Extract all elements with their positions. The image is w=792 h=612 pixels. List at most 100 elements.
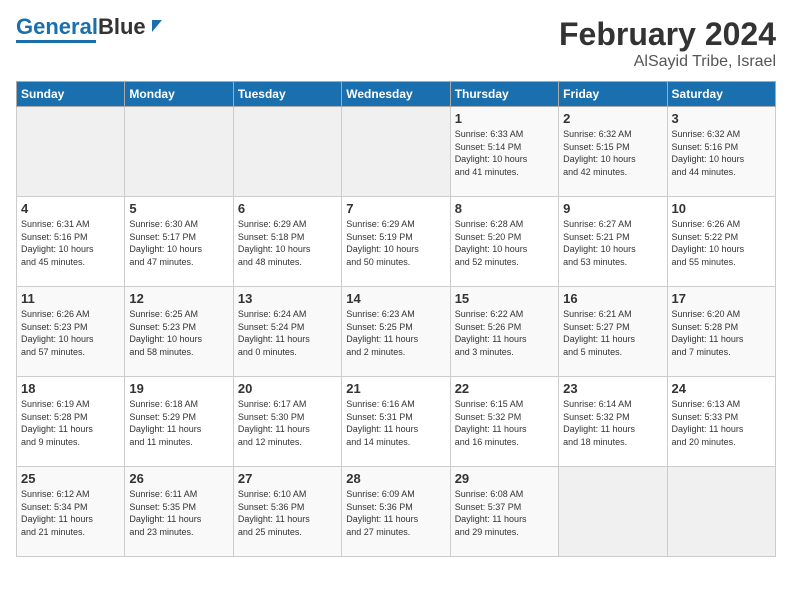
day-number: 11 [21,291,120,306]
day-info: Sunrise: 6:27 AM Sunset: 5:21 PM Dayligh… [563,218,662,268]
day-number: 23 [563,381,662,396]
header-cell-monday: Monday [125,82,233,107]
day-number: 13 [238,291,337,306]
day-info: Sunrise: 6:18 AM Sunset: 5:29 PM Dayligh… [129,398,228,448]
day-info: Sunrise: 6:09 AM Sunset: 5:36 PM Dayligh… [346,488,445,538]
day-cell: 2 Sunrise: 6:32 AM Sunset: 5:15 PM Daylig… [559,107,667,197]
day-number: 14 [346,291,445,306]
day-info: Sunrise: 6:32 AM Sunset: 5:15 PM Dayligh… [563,128,662,178]
day-number: 24 [672,381,771,396]
header-cell-friday: Friday [559,82,667,107]
title-block: February 2024 AlSayid Tribe, Israel [559,16,776,71]
day-cell [559,467,667,557]
day-info: Sunrise: 6:15 AM Sunset: 5:32 PM Dayligh… [455,398,554,448]
day-info: Sunrise: 6:31 AM Sunset: 5:16 PM Dayligh… [21,218,120,268]
day-number: 20 [238,381,337,396]
day-cell: 15 Sunrise: 6:22 AM Sunset: 5:26 PM Dayli… [450,287,558,377]
day-cell [342,107,450,197]
day-info: Sunrise: 6:14 AM Sunset: 5:32 PM Dayligh… [563,398,662,448]
header-cell-saturday: Saturday [667,82,775,107]
day-cell: 17Sunrise: 6:20 AM Sunset: 5:28 PM Dayli… [667,287,775,377]
week-row-1: 1 Sunrise: 6:33 AM Sunset: 5:14 PM Daylig… [17,107,776,197]
day-cell [233,107,341,197]
day-info: Sunrise: 6:24 AM Sunset: 5:24 PM Dayligh… [238,308,337,358]
day-info: Sunrise: 6:25 AM Sunset: 5:23 PM Dayligh… [129,308,228,358]
day-number: 15 [455,291,554,306]
day-cell: 24 Sunrise: 6:13 AM Sunset: 5:33 PM Dayli… [667,377,775,467]
day-cell: 4 Sunrise: 6:31 AM Sunset: 5:16 PM Daylig… [17,197,125,287]
page-subtitle: AlSayid Tribe, Israel [559,53,776,71]
day-number: 28 [346,471,445,486]
day-cell: 29 Sunrise: 6:08 AM Sunset: 5:37 PM Dayli… [450,467,558,557]
day-number: 2 [563,111,662,126]
day-info: Sunrise: 6:33 AM Sunset: 5:14 PM Dayligh… [455,128,554,178]
calendar-header-row: SundayMondayTuesdayWednesdayThursdayFrid… [17,82,776,107]
day-cell: 6 Sunrise: 6:29 AM Sunset: 5:18 PM Daylig… [233,197,341,287]
week-row-3: 11Sunrise: 6:26 AM Sunset: 5:23 PM Dayli… [17,287,776,377]
day-cell: 18Sunrise: 6:19 AM Sunset: 5:28 PM Dayli… [17,377,125,467]
day-cell: 16Sunrise: 6:21 AM Sunset: 5:27 PM Dayli… [559,287,667,377]
logo-underline [16,40,96,43]
day-info: Sunrise: 6:30 AM Sunset: 5:17 PM Dayligh… [129,218,228,268]
day-cell [667,467,775,557]
day-number: 1 [455,111,554,126]
day-cell: 12 Sunrise: 6:25 AM Sunset: 5:23 PM Dayli… [125,287,233,377]
day-number: 4 [21,201,120,216]
day-number: 22 [455,381,554,396]
day-info: Sunrise: 6:29 AM Sunset: 5:18 PM Dayligh… [238,218,337,268]
day-number: 3 [672,111,771,126]
day-cell: 7 Sunrise: 6:29 AM Sunset: 5:19 PM Daylig… [342,197,450,287]
day-number: 21 [346,381,445,396]
day-cell: 27Sunrise: 6:10 AM Sunset: 5:36 PM Dayli… [233,467,341,557]
day-info: Sunrise: 6:17 AM Sunset: 5:30 PM Dayligh… [238,398,337,448]
day-info: Sunrise: 6:19 AM Sunset: 5:28 PM Dayligh… [21,398,120,448]
day-cell: 21Sunrise: 6:16 AM Sunset: 5:31 PM Dayli… [342,377,450,467]
day-info: Sunrise: 6:28 AM Sunset: 5:20 PM Dayligh… [455,218,554,268]
day-cell: 23 Sunrise: 6:14 AM Sunset: 5:32 PM Dayli… [559,377,667,467]
day-number: 6 [238,201,337,216]
day-number: 5 [129,201,228,216]
day-cell: 11Sunrise: 6:26 AM Sunset: 5:23 PM Dayli… [17,287,125,377]
day-number: 26 [129,471,228,486]
day-number: 9 [563,201,662,216]
day-info: Sunrise: 6:13 AM Sunset: 5:33 PM Dayligh… [672,398,771,448]
day-info: Sunrise: 6:20 AM Sunset: 5:28 PM Dayligh… [672,308,771,358]
day-info: Sunrise: 6:22 AM Sunset: 5:26 PM Dayligh… [455,308,554,358]
day-cell: 20 Sunrise: 6:17 AM Sunset: 5:30 PM Dayli… [233,377,341,467]
page-header: GeneralBlue February 2024 AlSayid Tribe,… [16,16,776,71]
day-cell: 25 Sunrise: 6:12 AM Sunset: 5:34 PM Dayli… [17,467,125,557]
day-cell [17,107,125,197]
day-number: 12 [129,291,228,306]
day-info: Sunrise: 6:32 AM Sunset: 5:16 PM Dayligh… [672,128,771,178]
day-info: Sunrise: 6:23 AM Sunset: 5:25 PM Dayligh… [346,308,445,358]
header-cell-sunday: Sunday [17,82,125,107]
day-cell: 19Sunrise: 6:18 AM Sunset: 5:29 PM Dayli… [125,377,233,467]
day-number: 29 [455,471,554,486]
day-number: 10 [672,201,771,216]
day-cell [125,107,233,197]
day-cell: 3 Sunrise: 6:32 AM Sunset: 5:16 PM Daylig… [667,107,775,197]
day-cell: 9 Sunrise: 6:27 AM Sunset: 5:21 PM Daylig… [559,197,667,287]
day-cell: 5 Sunrise: 6:30 AM Sunset: 5:17 PM Daylig… [125,197,233,287]
day-cell: 22 Sunrise: 6:15 AM Sunset: 5:32 PM Dayli… [450,377,558,467]
day-info: Sunrise: 6:08 AM Sunset: 5:37 PM Dayligh… [455,488,554,538]
week-row-4: 18Sunrise: 6:19 AM Sunset: 5:28 PM Dayli… [17,377,776,467]
day-number: 7 [346,201,445,216]
logo-arrow-icon [148,16,166,34]
header-cell-wednesday: Wednesday [342,82,450,107]
day-number: 16 [563,291,662,306]
header-cell-tuesday: Tuesday [233,82,341,107]
day-number: 27 [238,471,337,486]
week-row-5: 25 Sunrise: 6:12 AM Sunset: 5:34 PM Dayli… [17,467,776,557]
day-info: Sunrise: 6:26 AM Sunset: 5:22 PM Dayligh… [672,218,771,268]
day-info: Sunrise: 6:29 AM Sunset: 5:19 PM Dayligh… [346,218,445,268]
day-cell: 1 Sunrise: 6:33 AM Sunset: 5:14 PM Daylig… [450,107,558,197]
page-title: February 2024 [559,16,776,53]
calendar-table: SundayMondayTuesdayWednesdayThursdayFrid… [16,81,776,557]
day-cell: 26Sunrise: 6:11 AM Sunset: 5:35 PM Dayli… [125,467,233,557]
day-number: 25 [21,471,120,486]
logo-text: GeneralBlue [16,16,146,38]
day-cell: 13 Sunrise: 6:24 AM Sunset: 5:24 PM Dayli… [233,287,341,377]
logo: GeneralBlue [16,16,166,43]
day-info: Sunrise: 6:12 AM Sunset: 5:34 PM Dayligh… [21,488,120,538]
